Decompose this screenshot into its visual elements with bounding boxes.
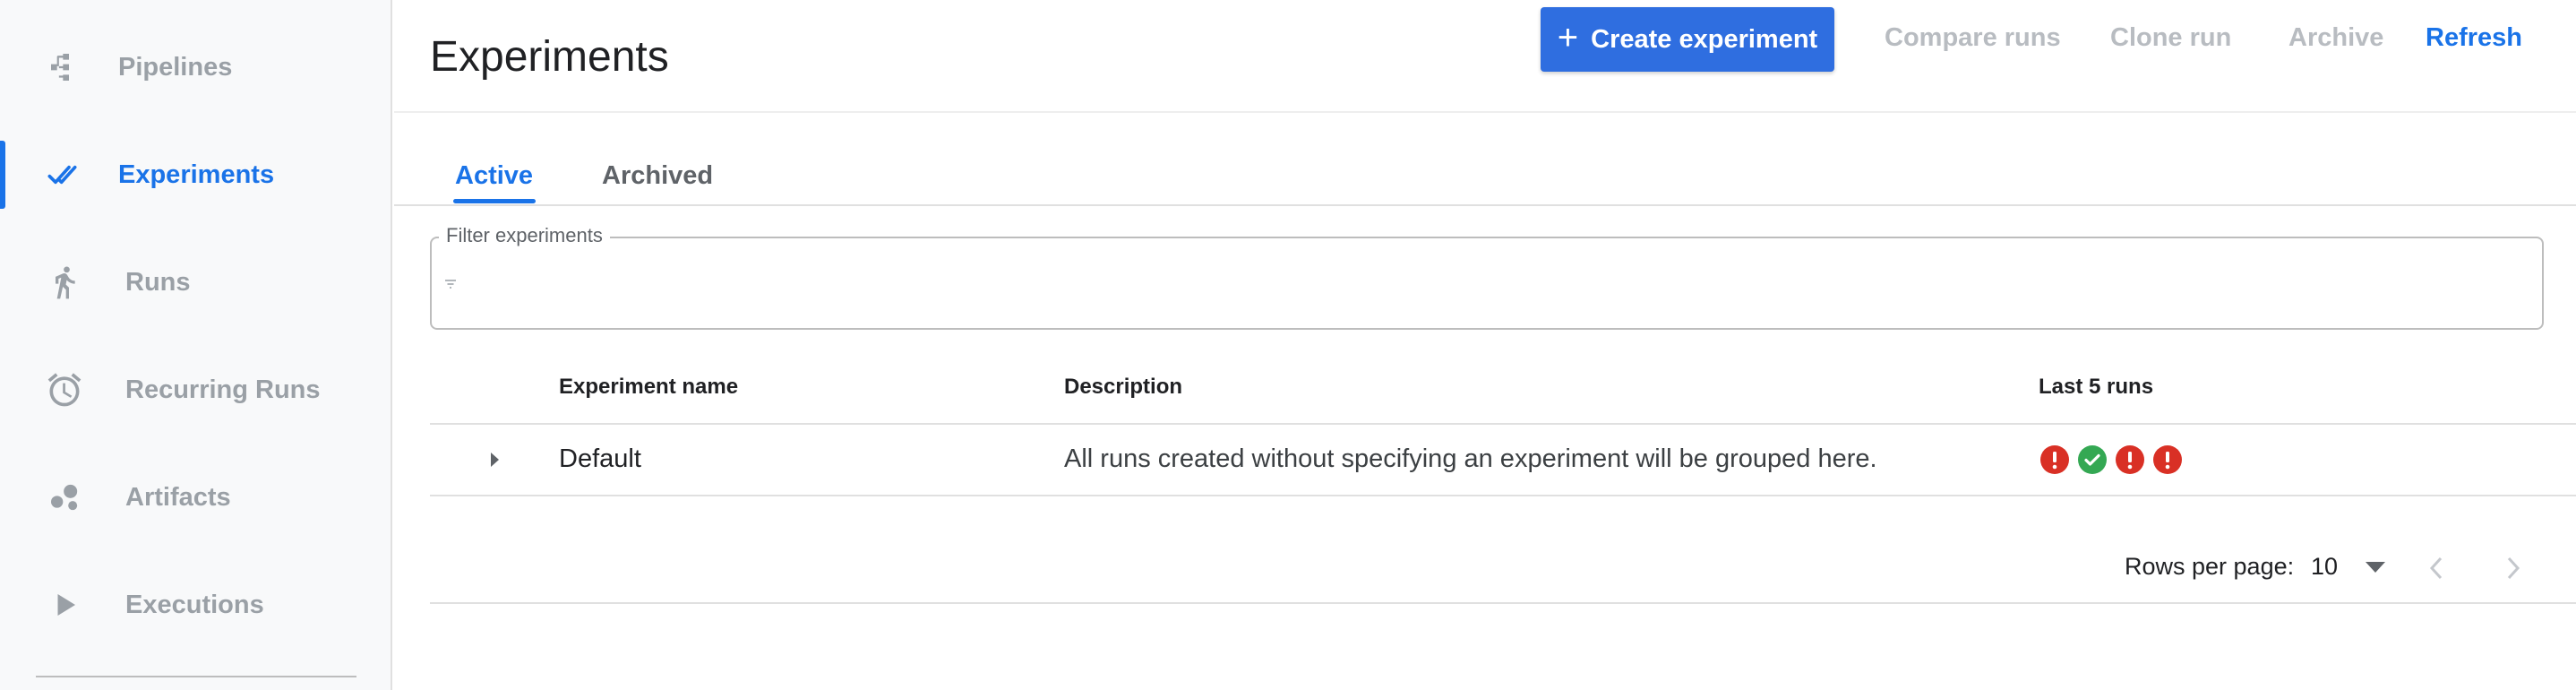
clone-run-button[interactable]: Clone run	[2110, 23, 2231, 53]
sidebar-item-pipelines[interactable]: Pipelines	[0, 28, 391, 107]
chevron-left-icon	[2429, 556, 2443, 580]
table-footer-divider	[430, 602, 2576, 604]
sidebar-item-label: Experiments	[118, 160, 275, 189]
error-status-icon[interactable]	[2116, 445, 2144, 474]
error-status-icon[interactable]	[2153, 445, 2182, 474]
filter-input[interactable]	[430, 237, 2544, 330]
pipelines-icon	[43, 46, 86, 89]
success-status-icon[interactable]	[2078, 445, 2107, 474]
sidebar-item-label: Recurring Runs	[125, 375, 321, 404]
column-header-description[interactable]: Description	[1064, 375, 1182, 400]
header-divider	[394, 111, 2576, 113]
previous-page-button[interactable]	[2418, 550, 2454, 586]
sidebar-item-label: Artifacts	[125, 482, 231, 512]
filter-icon	[444, 278, 457, 289]
rows-per-page-select[interactable]: 10	[2311, 553, 2338, 581]
runs-icon	[43, 261, 86, 304]
error-status-icon[interactable]	[2040, 445, 2069, 474]
sidebar-item-label: Executions	[125, 590, 264, 619]
sidebar-divider	[36, 676, 356, 677]
sidebar-item-artifacts[interactable]: Artifacts	[0, 458, 391, 537]
chevron-right-icon	[2507, 556, 2520, 580]
page-title: Experiments	[430, 33, 669, 81]
experiment-description: All runs created without specifying an e…	[1064, 444, 1877, 473]
tab-indicator	[453, 199, 536, 203]
table-header-divider	[430, 423, 2576, 425]
tab-archived[interactable]: Archived	[602, 161, 713, 191]
expand-row-icon[interactable]	[484, 446, 505, 473]
table-row-divider	[430, 495, 2576, 496]
experiments-icon	[43, 153, 86, 196]
tab-active[interactable]: Active	[455, 161, 533, 191]
column-header-last-runs: Last 5 runs	[2039, 375, 2154, 399]
sidebar-item-label: Runs	[125, 267, 191, 297]
plus-icon: +	[1557, 18, 1579, 57]
refresh-button[interactable]: Refresh	[2426, 23, 2522, 53]
create-experiment-label: Create experiment	[1591, 24, 1818, 54]
filter-label: Filter experiments	[439, 224, 610, 247]
last-runs-statuses	[2040, 445, 2182, 474]
alarm-clock-icon	[43, 368, 86, 411]
artifacts-icon	[43, 476, 86, 519]
sidebar: Pipelines Experiments Runs Recurring Run…	[0, 0, 392, 690]
archive-button[interactable]: Archive	[2288, 23, 2383, 53]
next-page-button[interactable]	[2495, 550, 2531, 586]
column-header-name[interactable]: Experiment name	[559, 375, 738, 400]
sidebar-item-runs[interactable]: Runs	[0, 243, 391, 322]
sidebar-item-label: Pipelines	[118, 52, 233, 82]
rows-per-page-label: Rows per page:	[2125, 553, 2295, 580]
sidebar-item-recurring-runs[interactable]: Recurring Runs	[0, 350, 391, 429]
sidebar-item-experiments[interactable]: Experiments	[0, 135, 391, 214]
sidebar-item-executions[interactable]: Executions	[0, 565, 391, 644]
compare-runs-button[interactable]: Compare runs	[1885, 23, 2061, 53]
main-content: Experiments + Create experiment Compare …	[394, 0, 2576, 690]
play-icon	[43, 583, 86, 626]
experiment-name-link[interactable]: Default	[559, 444, 641, 474]
chevron-down-icon[interactable]	[2361, 556, 2390, 579]
create-experiment-button[interactable]: + Create experiment	[1541, 7, 1834, 72]
tabs-divider	[394, 204, 2576, 206]
